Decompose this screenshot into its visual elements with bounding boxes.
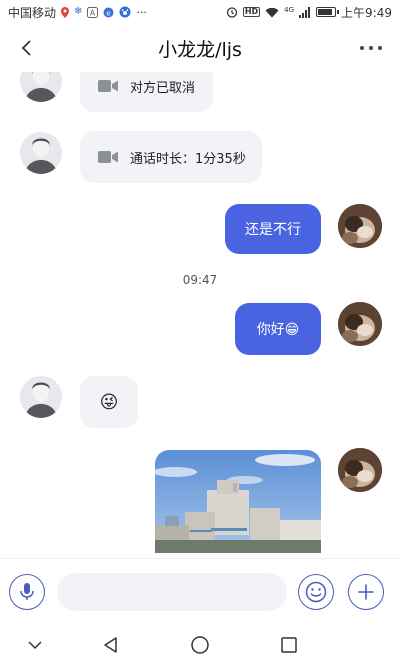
snowflake-icon: ❄ bbox=[74, 6, 83, 17]
dog-photo-avatar bbox=[338, 302, 382, 346]
more-actions-button[interactable] bbox=[348, 574, 384, 610]
person-avatar-icon bbox=[20, 72, 62, 102]
app-a-icon: A bbox=[87, 6, 99, 18]
message-text: 对方已取消 bbox=[130, 80, 196, 96]
status-left: 中国移动 ❄ A e ··· bbox=[8, 4, 147, 21]
video-camera-icon bbox=[98, 79, 118, 93]
chat-message-list[interactable]: 对方已取消 通话时长：1分35秒 还是不行 09:47 你好😁 😜 bbox=[0, 72, 400, 558]
nav-recents-button[interactable] bbox=[276, 632, 302, 658]
voice-button[interactable] bbox=[9, 574, 45, 610]
message-text: 你好😁 bbox=[256, 322, 300, 338]
dog-photo-avatar bbox=[338, 448, 382, 492]
battery-level bbox=[318, 9, 333, 15]
more-notifications-icon: ··· bbox=[136, 5, 147, 19]
paw-icon bbox=[119, 6, 131, 18]
carrier-label: 中国移动 bbox=[8, 5, 57, 20]
svg-text:e: e bbox=[107, 9, 111, 17]
network-type-label: 4G bbox=[284, 5, 295, 14]
building-photo bbox=[155, 450, 321, 553]
nav-hide-button[interactable] bbox=[22, 632, 48, 658]
message-bubble-call-duration[interactable]: 通话时长：1分35秒 bbox=[80, 131, 262, 183]
square-recents-icon bbox=[281, 637, 297, 653]
system-nav-bar bbox=[0, 624, 400, 666]
contact-avatar[interactable] bbox=[20, 72, 62, 102]
browser-icon: e bbox=[103, 7, 114, 18]
back-button[interactable] bbox=[14, 36, 38, 60]
alarm-icon bbox=[226, 6, 238, 18]
signal-icon bbox=[299, 6, 311, 18]
person-avatar-icon bbox=[20, 376, 62, 418]
microphone-icon bbox=[20, 583, 34, 600]
message-text: 😜 bbox=[99, 391, 119, 413]
message-image-bubble[interactable] bbox=[155, 450, 321, 553]
circle-home-icon bbox=[191, 636, 209, 654]
page-title: 小龙龙/ljs bbox=[158, 38, 242, 61]
message-text: 还是不行 bbox=[245, 222, 301, 238]
chevron-down-icon bbox=[28, 641, 42, 650]
message-bubble-outgoing[interactable]: 还是不行 bbox=[225, 204, 321, 254]
battery-icon bbox=[316, 7, 340, 17]
status-bar: 中国移动 ❄ A e ··· HD 4G 上午9:49 bbox=[0, 0, 400, 24]
message-bubble-call-cancelled[interactable]: 对方已取消 bbox=[80, 72, 213, 112]
plus-icon bbox=[358, 584, 374, 600]
wifi-icon bbox=[265, 7, 279, 18]
person-avatar-icon bbox=[20, 132, 62, 174]
message-text: 通话时长：1分35秒 bbox=[130, 151, 246, 167]
message-bubble-emoji[interactable]: 😜 bbox=[80, 376, 138, 428]
status-time: 上午9:49 bbox=[341, 5, 392, 20]
chat-header: 小龙龙/ljs bbox=[0, 24, 400, 72]
dog-photo-avatar bbox=[338, 204, 382, 248]
back-arrow-icon bbox=[21, 40, 31, 56]
smiley-icon bbox=[305, 581, 327, 603]
more-dots-icon bbox=[360, 46, 364, 50]
location-pin-icon bbox=[61, 6, 70, 18]
nav-back-button[interactable] bbox=[98, 632, 124, 658]
message-bubble-outgoing[interactable]: 你好😁 bbox=[235, 303, 321, 355]
emoji-button[interactable] bbox=[298, 574, 334, 610]
contact-avatar[interactable] bbox=[20, 376, 62, 418]
message-timestamp: 09:47 bbox=[182, 273, 218, 287]
message-input-bar bbox=[0, 558, 400, 624]
status-right: HD 4G 上午9:49 bbox=[226, 4, 392, 21]
contact-avatar[interactable] bbox=[20, 132, 62, 174]
more-options-button[interactable] bbox=[360, 38, 382, 58]
svg-text:A: A bbox=[90, 8, 96, 17]
message-input[interactable] bbox=[57, 573, 287, 611]
triangle-back-icon bbox=[104, 637, 117, 653]
my-avatar[interactable] bbox=[338, 302, 382, 346]
hd-badge: HD bbox=[242, 7, 261, 17]
nav-home-button[interactable] bbox=[187, 632, 213, 658]
my-avatar[interactable] bbox=[338, 204, 382, 248]
my-avatar[interactable] bbox=[338, 448, 382, 492]
video-camera-icon bbox=[98, 150, 118, 164]
